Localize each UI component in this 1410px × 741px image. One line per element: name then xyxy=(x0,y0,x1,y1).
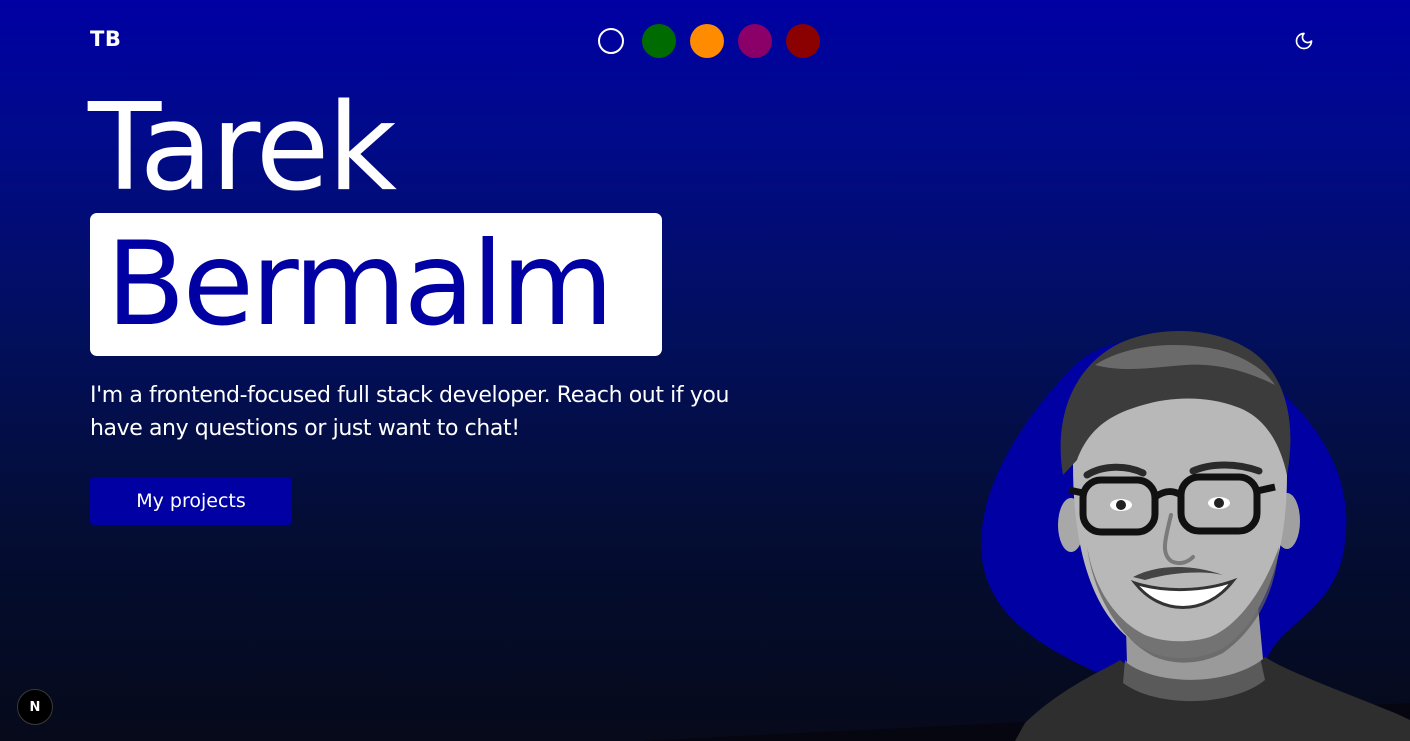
hero-first-name: Tarek xyxy=(88,79,397,218)
logo[interactable]: TB xyxy=(90,27,121,51)
swatch-green[interactable] xyxy=(642,24,676,58)
swatch-red[interactable] xyxy=(786,24,820,58)
intro-text: I'm a frontend-focused full stack develo… xyxy=(90,383,730,441)
swatch-orange[interactable] xyxy=(690,24,724,58)
theme-color-picker xyxy=(594,24,820,58)
my-projects-button[interactable]: My projects xyxy=(90,477,292,525)
dark-mode-toggle[interactable] xyxy=(1294,31,1314,51)
hero-last-name: Bermalm xyxy=(106,217,614,352)
nextjs-icon: N xyxy=(29,699,41,715)
moon-icon xyxy=(1295,32,1313,50)
site-header: TB xyxy=(0,0,1410,82)
nextjs-devtools-button[interactable]: N xyxy=(17,689,53,725)
profile-photo xyxy=(981,330,1410,741)
swatch-default[interactable] xyxy=(598,28,624,54)
swatch-purple[interactable] xyxy=(738,24,772,58)
